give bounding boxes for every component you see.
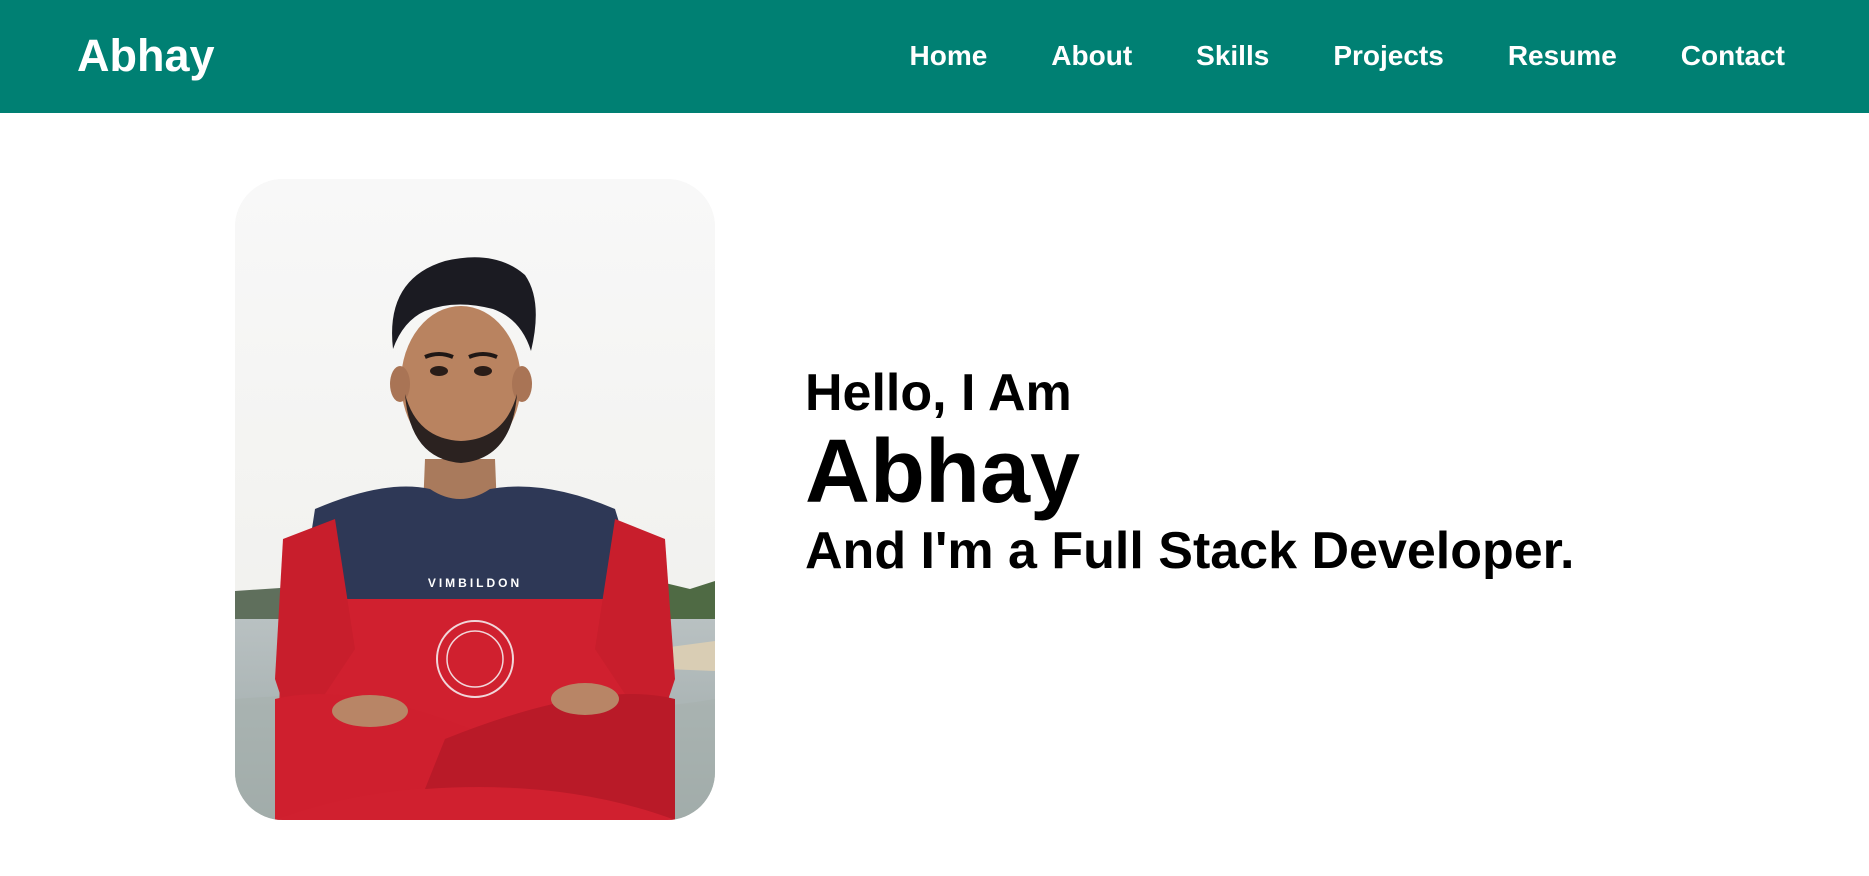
brand-logo-link[interactable]: Abhay: [77, 31, 215, 81]
nav-item-skills: Skills: [1196, 38, 1269, 74]
profile-photo-illustration: VIMBILDON: [235, 179, 715, 820]
nav-link-home[interactable]: Home: [910, 40, 988, 71]
nav-item-resume: Resume: [1508, 38, 1617, 74]
nav-link-projects[interactable]: Projects: [1333, 40, 1444, 71]
hero-intro: Hello, I Am Abhay And I'm a Full Stack D…: [805, 362, 1575, 582]
hero-name: Abhay: [805, 422, 1081, 522]
nav-item-contact: Contact: [1681, 38, 1785, 74]
nav-item-about: About: [1051, 38, 1132, 74]
nav-item-projects: Projects: [1333, 38, 1444, 74]
shirt-text: VIMBILDON: [428, 576, 522, 590]
hero-tagline: And I'm a Full Stack Developer.: [805, 522, 1575, 580]
profile-photo: VIMBILDON: [235, 179, 715, 820]
nav-link-contact[interactable]: Contact: [1681, 40, 1785, 71]
nav-link-resume[interactable]: Resume: [1508, 40, 1617, 71]
nav-link-skills[interactable]: Skills: [1196, 40, 1269, 71]
hero-greeting: Hello, I Am: [805, 364, 1072, 422]
nav-menu: Home About Skills Projects Resume Contac…: [910, 38, 1786, 74]
nav-link-about[interactable]: About: [1051, 40, 1132, 71]
top-navbar: Abhay Home About Skills Projects Resume …: [0, 0, 1869, 113]
nav-item-home: Home: [910, 38, 988, 74]
